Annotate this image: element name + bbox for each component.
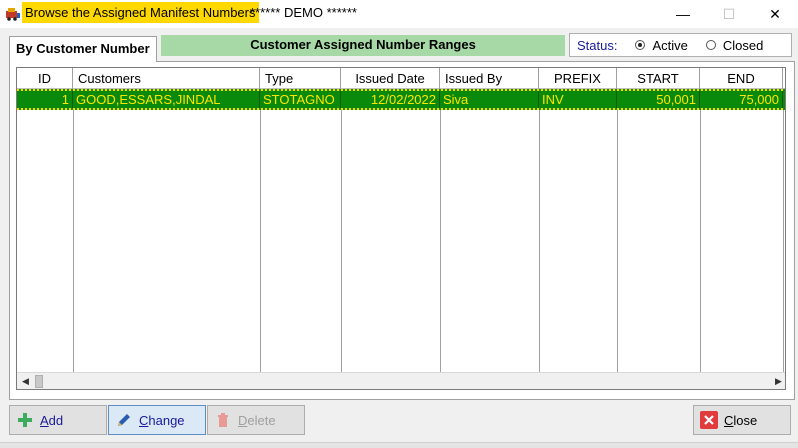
app-icon — [5, 5, 21, 21]
delete-button[interactable]: Delete — [207, 405, 305, 435]
column-header-end[interactable]: END — [700, 68, 783, 89]
cell-type: STOTAGNO — [260, 91, 341, 108]
close-label: lose — [733, 412, 758, 428]
add-mnemonic: A — [40, 412, 49, 428]
radio-label: Active — [652, 37, 688, 53]
cell-prefix: INV — [539, 91, 617, 108]
status-active-radio[interactable]: Active — [635, 37, 688, 53]
scroll-left-icon[interactable]: ◀ — [17, 373, 34, 389]
column-header-type[interactable]: Type — [260, 68, 341, 89]
cell-start: 50,001 — [617, 91, 700, 108]
trash-icon — [214, 411, 232, 429]
cell-customers: GOOD,ESSARS,JINDAL — [73, 91, 260, 108]
section-banner: Customer Assigned Number Ranges — [161, 35, 565, 56]
pencil-icon — [115, 411, 133, 429]
title-bar: Browse the Assigned Manifest Numbers ***… — [0, 0, 798, 28]
manifest-grid[interactable]: ID Customers Type Issued Date Issued By … — [16, 67, 786, 390]
change-button[interactable]: Change — [108, 405, 206, 435]
cell-end: 75,000 — [700, 91, 783, 108]
radio-label: Closed — [722, 37, 764, 53]
change-mnemonic: C — [139, 412, 149, 428]
column-divider — [539, 110, 540, 372]
column-header-prefix[interactable]: PREFIX — [539, 68, 617, 89]
add-label: dd — [48, 412, 64, 428]
column-divider — [341, 110, 342, 372]
minimize-icon: — — [676, 6, 690, 22]
column-header-issued-date[interactable]: Issued Date — [341, 68, 440, 89]
column-divider — [73, 110, 74, 372]
column-divider — [440, 110, 441, 372]
close-x-icon — [700, 411, 718, 429]
status-bar — [0, 442, 798, 448]
column-divider — [700, 110, 701, 372]
column-divider — [783, 110, 784, 372]
plus-icon — [16, 411, 34, 429]
horizontal-scrollbar[interactable]: ◀ ▶ — [17, 372, 785, 389]
scroll-right-icon[interactable]: ▶ — [770, 373, 785, 389]
minimize-button[interactable]: — — [660, 0, 706, 28]
close-mnemonic: C — [724, 412, 734, 428]
grid-header: ID Customers Type Issued Date Issued By … — [17, 68, 785, 89]
tab-by-customer-number[interactable]: By Customer Number — [9, 36, 157, 62]
status-filter: Status: Active Closed — [569, 33, 792, 57]
cell-id: 1 — [17, 91, 73, 108]
column-header-issued-by[interactable]: Issued By — [440, 68, 539, 89]
status-label: Status: — [577, 37, 618, 53]
close-icon: ✕ — [769, 5, 781, 22]
table-row[interactable]: 1 GOOD,ESSARS,JINDAL STOTAGNO 12/02/2022… — [17, 89, 785, 110]
column-divider — [617, 110, 618, 372]
add-button[interactable]: Add — [9, 405, 107, 435]
radio-checked-icon — [635, 40, 646, 50]
change-label: hange — [148, 412, 185, 428]
status-closed-radio[interactable]: Closed — [705, 37, 764, 53]
delete-mnemonic: D — [238, 412, 248, 428]
maximize-icon: ☐ — [722, 5, 736, 22]
window-subtitle: ****** DEMO ****** — [250, 5, 357, 20]
delete-label: elete — [247, 412, 276, 428]
scroll-thumb[interactable] — [35, 375, 43, 388]
cell-issued-by: Siva — [440, 91, 539, 108]
column-header-start[interactable]: START — [617, 68, 700, 89]
column-header-id[interactable]: ID — [17, 68, 73, 89]
window-close-button[interactable]: ✕ — [752, 0, 798, 28]
close-button[interactable]: Close — [693, 405, 791, 435]
column-divider — [260, 110, 261, 372]
cell-issued-date: 12/02/2022 — [341, 91, 440, 108]
window-title: Browse the Assigned Manifest Numbers — [22, 2, 259, 23]
maximize-button[interactable]: ☐ — [706, 0, 752, 28]
column-header-customers[interactable]: Customers — [73, 68, 260, 89]
radio-unchecked-icon — [705, 40, 716, 50]
